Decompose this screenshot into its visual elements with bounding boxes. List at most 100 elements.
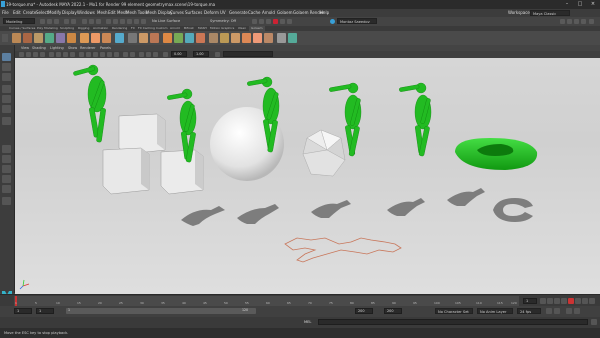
character-set-dropdown[interactable]: No Character Set bbox=[435, 308, 473, 314]
film-gate-icon[interactable] bbox=[56, 52, 61, 57]
menu-golaem[interactable]: Golaem bbox=[277, 10, 292, 15]
wireframe-icon[interactable] bbox=[79, 52, 84, 57]
go-to-start-icon[interactable] bbox=[540, 298, 546, 304]
resolution-gate-icon[interactable] bbox=[63, 52, 68, 57]
golaem-fall-icon[interactable] bbox=[253, 33, 262, 43]
menu-arnold[interactable]: Arnold bbox=[262, 10, 275, 15]
save-scene-icon[interactable] bbox=[54, 19, 59, 24]
anim-layer-dropdown[interactable]: No Anim Layer bbox=[477, 308, 513, 314]
view-transform-dropdown[interactable] bbox=[223, 51, 273, 57]
redo-icon[interactable] bbox=[71, 19, 76, 24]
image-plane-icon[interactable] bbox=[40, 52, 45, 57]
tool-settings-icon[interactable] bbox=[574, 19, 579, 24]
snap-point-icon[interactable] bbox=[120, 19, 125, 24]
hypershade-layout-icon[interactable] bbox=[2, 185, 11, 193]
menu-edit-mesh[interactable]: Edit Mesh bbox=[108, 10, 128, 15]
play-backward-icon[interactable] bbox=[561, 298, 567, 304]
paint-select-icon[interactable] bbox=[2, 73, 11, 81]
current-frame-field[interactable]: 1 bbox=[523, 298, 537, 304]
snap-surface-icon[interactable] bbox=[134, 19, 139, 24]
ipr-render-icon[interactable] bbox=[259, 19, 264, 24]
go-to-end-icon[interactable] bbox=[589, 298, 595, 304]
snap-plane-icon[interactable] bbox=[127, 19, 132, 24]
select-component-icon[interactable] bbox=[96, 19, 101, 24]
snap-grid-icon[interactable] bbox=[106, 19, 111, 24]
select-object-icon[interactable] bbox=[89, 19, 94, 24]
menu-select[interactable]: Select bbox=[36, 10, 48, 15]
menu-windows[interactable]: Windows bbox=[77, 10, 95, 15]
menu-surfaces[interactable]: Surfaces bbox=[185, 10, 202, 15]
golaem-pose-icon[interactable] bbox=[220, 33, 229, 43]
golaem-terrain-icon[interactable] bbox=[115, 33, 124, 43]
maximize-icon[interactable]: □ bbox=[575, 1, 585, 8]
golaem-cache-icon[interactable] bbox=[128, 33, 137, 43]
smooth-shade-icon[interactable] bbox=[86, 52, 91, 57]
four-view-layout-icon[interactable] bbox=[2, 155, 11, 163]
symmetry-label[interactable]: Symmetry: Off bbox=[210, 19, 236, 23]
open-scene-icon[interactable] bbox=[47, 19, 52, 24]
render-view-icon[interactable] bbox=[287, 19, 292, 24]
bookmark-icon[interactable] bbox=[33, 52, 38, 57]
depth-of-field-icon[interactable] bbox=[153, 52, 158, 57]
antialias-icon[interactable] bbox=[146, 52, 151, 57]
ambient-occlusion-icon[interactable] bbox=[139, 52, 144, 57]
viewport-perspective[interactable] bbox=[15, 58, 600, 294]
live-surface-label[interactable]: No Live Surface bbox=[152, 19, 180, 23]
gate-mask-icon[interactable] bbox=[70, 52, 75, 57]
step-back-key-icon[interactable] bbox=[547, 298, 553, 304]
golaem-sensor-icon[interactable] bbox=[185, 33, 194, 43]
auto-key-icon[interactable] bbox=[566, 308, 572, 314]
lights-icon[interactable] bbox=[107, 52, 112, 57]
golaem-crowd-icon[interactable] bbox=[23, 33, 32, 43]
snap-curve-icon[interactable] bbox=[113, 19, 118, 24]
last-tool-icon[interactable] bbox=[2, 117, 11, 125]
select-tool-icon[interactable] bbox=[2, 53, 11, 61]
golaem-stand-icon[interactable] bbox=[231, 33, 240, 43]
script-editor-icon[interactable] bbox=[591, 319, 597, 325]
golaem-render-icon[interactable] bbox=[277, 33, 286, 43]
animation-end-field[interactable]: 200 bbox=[384, 308, 402, 314]
step-back-frame-icon[interactable] bbox=[554, 298, 560, 304]
golaem-vector-icon[interactable] bbox=[163, 33, 172, 43]
user-avatar-icon[interactable] bbox=[330, 19, 335, 24]
graph-editor-layout-icon[interactable] bbox=[2, 175, 11, 183]
rotate-tool-icon[interactable] bbox=[2, 95, 11, 103]
menu-set-dropdown[interactable]: Modeling bbox=[3, 18, 35, 24]
range-slider-bar[interactable]: 1 120 bbox=[66, 308, 256, 314]
select-hierarchy-icon[interactable] bbox=[82, 19, 87, 24]
shadows-icon[interactable] bbox=[114, 52, 119, 57]
new-scene-icon[interactable] bbox=[40, 19, 45, 24]
sign-in-dropdown[interactable]: Montaz Saeedov bbox=[337, 18, 377, 24]
animation-preferences-icon[interactable] bbox=[574, 308, 580, 314]
lasso-tool-icon[interactable] bbox=[2, 63, 11, 71]
menu-mesh[interactable]: Mesh bbox=[97, 10, 108, 15]
menu-cache[interactable]: Cache bbox=[248, 10, 260, 15]
outliner-icon[interactable] bbox=[589, 19, 594, 24]
scale-tool-icon[interactable] bbox=[2, 105, 11, 113]
menu-help[interactable]: Help bbox=[320, 10, 329, 15]
playback-start-field[interactable]: 1 bbox=[36, 308, 54, 314]
step-forward-frame-icon[interactable] bbox=[575, 298, 581, 304]
golaem-character-icon[interactable] bbox=[12, 33, 21, 43]
menu-file[interactable]: File bbox=[2, 10, 9, 15]
sound-icon[interactable] bbox=[554, 308, 560, 314]
menu-generate[interactable]: Generate bbox=[229, 10, 248, 15]
attribute-editor-icon[interactable] bbox=[567, 19, 572, 24]
menu-deform[interactable]: Deform bbox=[204, 10, 219, 15]
menu-mesh-display[interactable]: Mesh Display bbox=[146, 10, 173, 15]
menu-display[interactable]: Display bbox=[62, 10, 77, 15]
viewport-scene[interactable] bbox=[15, 58, 600, 294]
snap-view-icon[interactable] bbox=[141, 19, 146, 24]
menu-mesh-tools[interactable]: Mesh Tools bbox=[126, 10, 148, 15]
hypershade-icon[interactable] bbox=[280, 19, 285, 24]
xray-joints-icon[interactable] bbox=[130, 52, 135, 57]
grid-icon[interactable] bbox=[49, 52, 54, 57]
xray-icon[interactable] bbox=[123, 52, 128, 57]
golaem-mocap-icon[interactable] bbox=[209, 33, 218, 43]
menu-curves[interactable]: Curves bbox=[170, 10, 184, 15]
fps-dropdown[interactable]: 24 fps bbox=[517, 308, 541, 314]
near-clip-field[interactable]: 0.00 bbox=[171, 51, 187, 57]
outliner-layout-icon[interactable] bbox=[2, 165, 11, 173]
loop-icon[interactable] bbox=[546, 308, 552, 314]
menu-edit[interactable]: Edit bbox=[13, 10, 21, 15]
